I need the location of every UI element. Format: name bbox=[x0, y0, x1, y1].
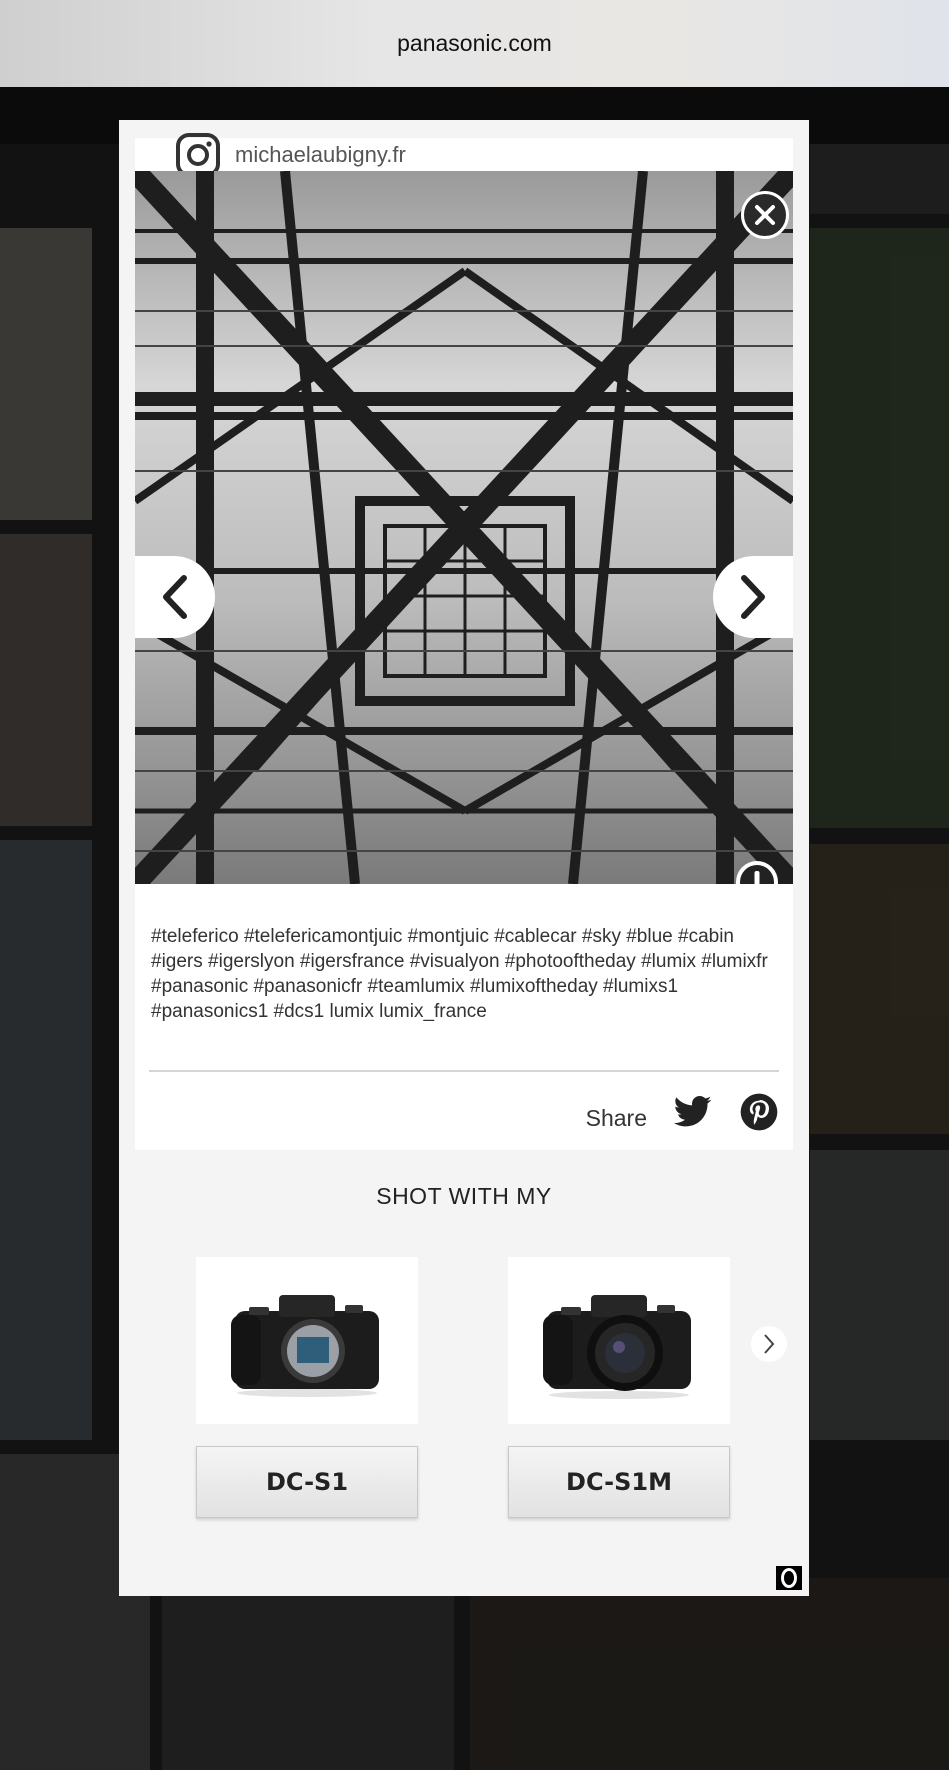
shot-with-title: SHOT WITH MY bbox=[376, 1183, 552, 1209]
share-label: Share bbox=[585, 1104, 647, 1131]
widget-logo-icon[interactable] bbox=[776, 1566, 802, 1590]
close-button[interactable] bbox=[741, 191, 789, 239]
camera-with-lens-icon bbox=[543, 1294, 691, 1399]
twitter-icon[interactable] bbox=[673, 1092, 713, 1132]
chevron-right-icon bbox=[741, 575, 765, 619]
product-card-dc-s1m: DC-S1M bbox=[508, 1257, 730, 1518]
chevron-right-icon bbox=[764, 1334, 775, 1354]
products-next-button[interactable] bbox=[751, 1326, 787, 1362]
share-bar: Share bbox=[586, 1090, 779, 1134]
photo-steel-structure bbox=[135, 171, 793, 884]
product-card-dc-s1: DC-S1 bbox=[196, 1257, 418, 1518]
product-image-dc-s1[interactable] bbox=[196, 1257, 418, 1424]
post-modal: michaelaubigny.fr #teleferico #teleferic… bbox=[119, 120, 809, 1596]
author-username: michaelaubigny.fr bbox=[235, 142, 406, 167]
post-card: michaelaubigny.fr #teleferico #teleferic… bbox=[135, 133, 793, 1150]
camera-body-icon bbox=[231, 1294, 379, 1397]
post-caption: #teleferico #telefericamontjuic #montjui… bbox=[151, 926, 768, 1022]
product-button-dc-s1[interactable]: DC-S1 bbox=[196, 1446, 418, 1518]
chevron-left-icon bbox=[163, 575, 187, 619]
pinterest-icon[interactable] bbox=[739, 1092, 779, 1132]
report-button[interactable] bbox=[736, 861, 778, 884]
post-photo bbox=[135, 171, 793, 884]
browser-url-bar[interactable]: panasonic.com bbox=[0, 0, 949, 87]
caption-divider bbox=[149, 1070, 779, 1072]
previous-post-button[interactable] bbox=[135, 556, 215, 638]
close-icon bbox=[755, 205, 775, 225]
product-button-dc-s1m[interactable]: DC-S1M bbox=[508, 1446, 730, 1518]
url-text: panasonic.com bbox=[397, 30, 552, 56]
next-post-button[interactable] bbox=[713, 556, 793, 638]
exclamation-icon bbox=[740, 865, 774, 884]
product-image-dc-s1m[interactable] bbox=[508, 1257, 730, 1424]
